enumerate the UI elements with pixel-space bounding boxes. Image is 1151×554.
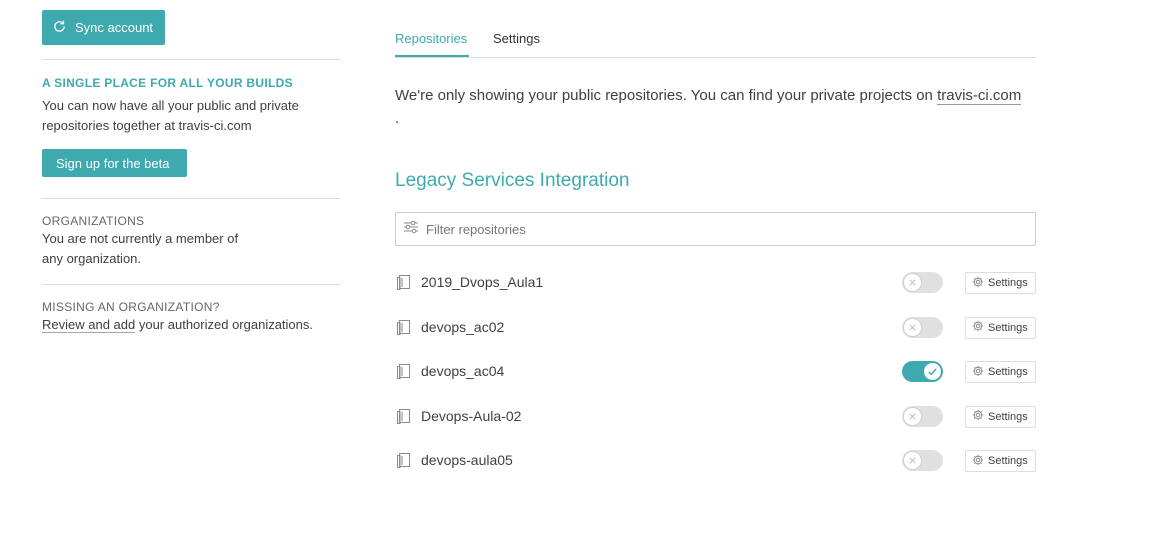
review-and-add-link[interactable]: Review and add (42, 317, 136, 333)
sync-account-label: Sync account (75, 20, 154, 35)
repository-settings-button[interactable]: Settings (965, 272, 1036, 294)
section-title: Legacy Services Integration (395, 170, 630, 191)
organizations-section: ORGANIZATIONS You are not currently a me… (42, 198, 340, 284)
repository-toggle[interactable] (902, 316, 943, 338)
repo-book-icon (397, 408, 411, 430)
toggle-knob (903, 406, 922, 426)
x-icon (909, 412, 916, 420)
repository-toggle[interactable] (902, 450, 943, 471)
repository-name[interactable]: devops-aula05 (421, 452, 513, 468)
repository-settings-label: Settings (988, 410, 1028, 423)
repository-name[interactable]: devops_ac02 (421, 319, 504, 335)
repository-settings-button[interactable]: Settings (965, 450, 1036, 472)
notice-text: We're only showing your public repositor… (395, 87, 938, 104)
sidebar: Sync account A SINGLE PLACE FOR ALL YOUR… (42, 10, 340, 335)
sync-icon (52, 19, 75, 37)
repository-settings-label: Settings (988, 366, 1028, 378)
repo-book-icon (397, 452, 411, 474)
tab-repositories[interactable]: Repositories (395, 31, 467, 46)
beta-section: A SINGLE PLACE FOR ALL YOUR BUILDS You c… (42, 59, 340, 198)
repository-toggle[interactable] (902, 405, 943, 427)
repository-name[interactable]: devops_ac04 (421, 363, 504, 379)
repository-settings-button[interactable]: Settings (965, 316, 1036, 339)
repository-row: devops_ac02 Settings (395, 307, 1036, 352)
sign-up-beta-button[interactable]: Sign up for the beta (42, 149, 187, 177)
x-icon (909, 457, 916, 464)
main-content: Repositories Settings We're only showing… (395, 0, 1036, 485)
toggle-knob (903, 317, 922, 337)
repository-name[interactable]: 2019_Dvops_Aula1 (421, 274, 543, 290)
repository-name[interactable]: Devops-Aula-02 (421, 408, 521, 424)
beta-title: A SINGLE PLACE FOR ALL YOUR BUILDS (42, 76, 293, 90)
x-icon (909, 279, 916, 286)
x-icon (909, 323, 916, 331)
repository-settings-button[interactable]: Settings (965, 361, 1036, 383)
repository-row: Devops-Aula-02 Settings (395, 396, 1036, 441)
tab-settings[interactable]: Settings (493, 31, 540, 46)
check-icon (928, 368, 937, 376)
repository-row: devops_ac04 Settings (395, 351, 1036, 396)
organizations-text: You are not currently a member of any or… (42, 231, 239, 266)
filter-repositories-field[interactable] (395, 212, 1036, 246)
repo-book-icon (397, 319, 411, 341)
repository-row: 2019_Dvops_Aula1 Settings (395, 262, 1036, 307)
repository-settings-button[interactable]: Settings (965, 405, 1036, 428)
repository-toggle[interactable] (902, 272, 943, 293)
missing-organization-title: MISSING AN ORGANIZATION? (42, 300, 220, 314)
gear-icon (972, 409, 988, 424)
missing-organization-section: MISSING AN ORGANIZATION? Review and add … (42, 284, 340, 335)
organizations-title: ORGANIZATIONS (42, 214, 145, 228)
beta-text: You can now have all your public and pri… (42, 98, 299, 133)
repo-book-icon (397, 274, 411, 296)
repository-toggle[interactable] (902, 361, 943, 382)
toggle-knob (903, 273, 922, 292)
repository-settings-label: Settings (988, 455, 1028, 467)
toggle-knob (923, 362, 942, 381)
missing-organization-text: Review and add your authorized organizat… (42, 315, 332, 335)
filter-repositories-input[interactable] (426, 221, 986, 237)
sync-account-button[interactable]: Sync account (42, 10, 165, 45)
gear-icon (972, 320, 988, 335)
filter-sliders-icon (403, 219, 426, 240)
gear-icon (972, 365, 988, 380)
repository-list: 2019_Dvops_Aula1 Settings devops_ac02 Se… (395, 262, 1036, 485)
active-tab-indicator (395, 55, 469, 57)
travis-ci-com-link[interactable]: travis-ci.com (937, 87, 1022, 105)
public-repos-notice: We're only showing your public repositor… (395, 84, 1036, 130)
gear-icon (972, 276, 988, 291)
repository-row: devops-aula05 Settings (395, 440, 1036, 485)
repo-book-icon (397, 363, 411, 385)
repository-settings-label: Settings (988, 321, 1028, 334)
repository-settings-label: Settings (988, 277, 1028, 289)
notice-tail: . (395, 110, 400, 127)
gear-icon (972, 454, 988, 469)
tab-bar: Repositories Settings (395, 0, 1036, 58)
toggle-knob (903, 451, 922, 470)
missing-organization-tail: your authorized organizations. (135, 317, 314, 332)
